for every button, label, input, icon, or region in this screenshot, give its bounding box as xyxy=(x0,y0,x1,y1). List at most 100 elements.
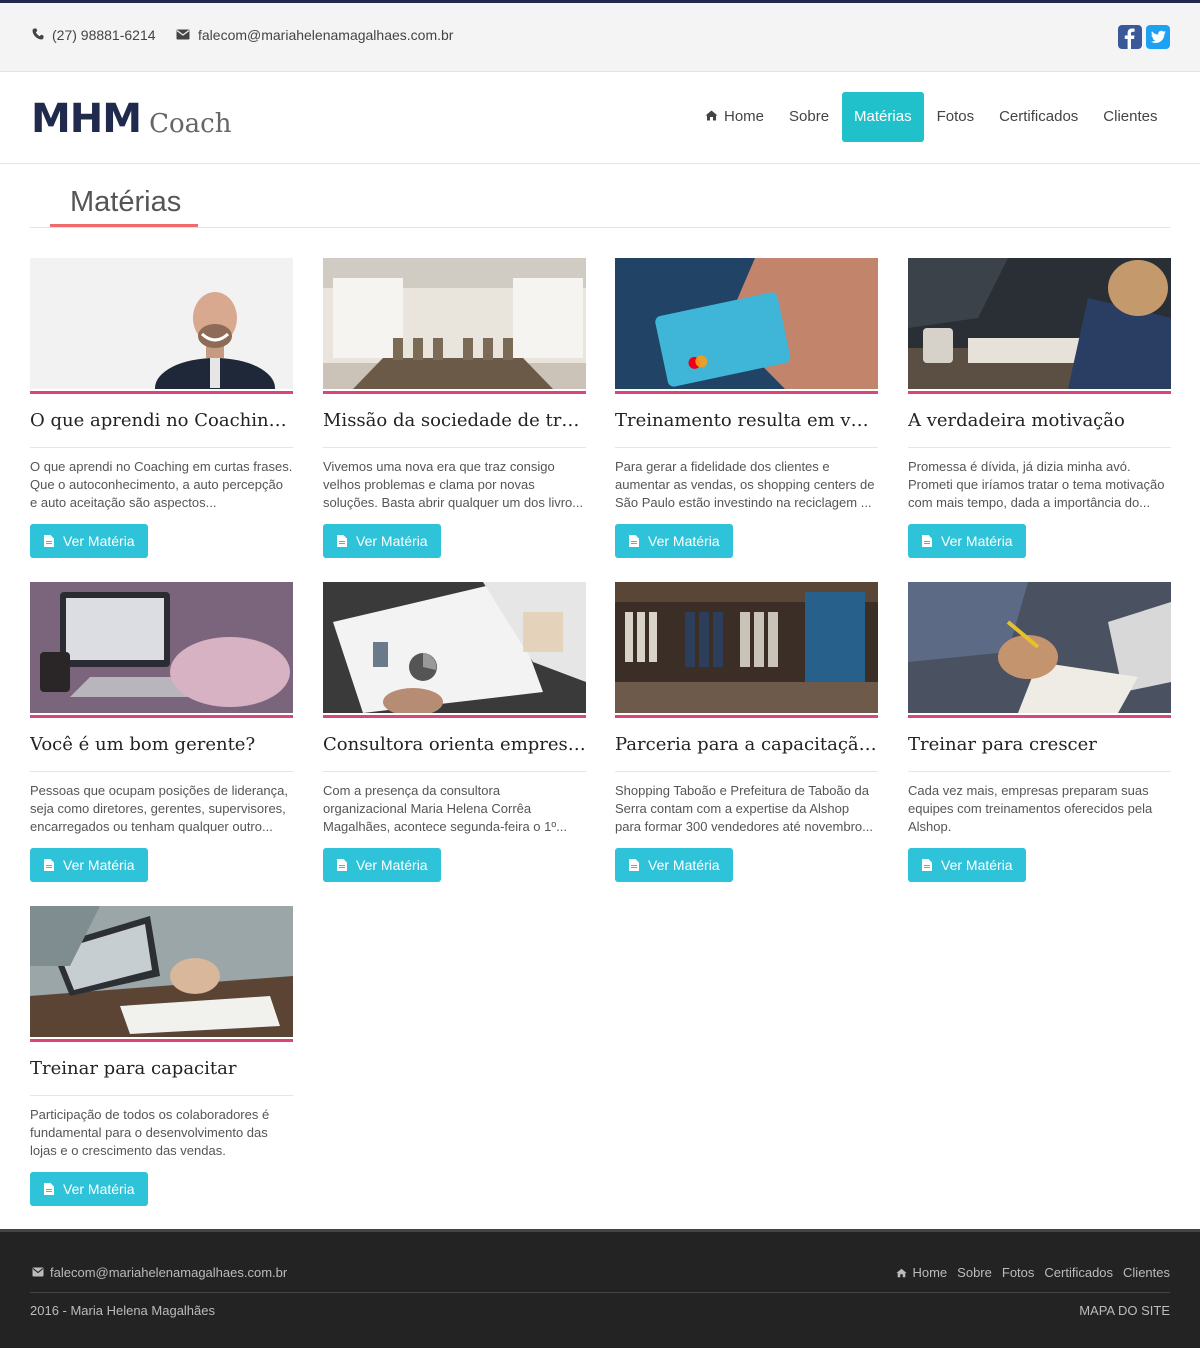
article-excerpt: Vivemos uma nova era que traz consigo ve… xyxy=(323,459,584,510)
button-label: Ver Matéria xyxy=(941,857,1013,873)
read-article-button[interactable]: Ver Matéria xyxy=(30,1172,148,1206)
card-divider xyxy=(30,447,293,448)
article-title[interactable]: Treinar para crescer xyxy=(908,734,1171,758)
nav-fotos[interactable]: Fotos xyxy=(924,92,987,142)
phone-contact[interactable]: (27) 98881-6214 xyxy=(32,27,156,43)
twitter-icon[interactable] xyxy=(1146,25,1170,49)
article-excerpt: Promessa é dívida, já dizia minha avó. P… xyxy=(908,459,1165,510)
nav-materias[interactable]: Matérias xyxy=(841,92,925,142)
article-title[interactable]: Parceria para a capacitação d... xyxy=(615,734,878,758)
read-article-button[interactable]: Ver Matéria xyxy=(908,848,1026,882)
card-divider xyxy=(908,447,1171,448)
button-label: Ver Matéria xyxy=(356,533,428,549)
phone-number: (27) 98881-6214 xyxy=(52,27,156,43)
site-footer: falecom@mariahelenamagalhaes.com.br Home… xyxy=(0,1229,1200,1348)
article-card: O que aprendi no Coaching e... O que apr… xyxy=(30,258,293,558)
footer-nav-sobre[interactable]: Sobre xyxy=(957,1265,992,1280)
image-divider xyxy=(908,715,1171,718)
article-card: Missão da sociedade de trabal... Vivemos… xyxy=(323,258,586,558)
article-image-coffee-notebook[interactable] xyxy=(908,258,1171,389)
article-title[interactable]: Missão da sociedade de trabal... xyxy=(323,410,586,434)
read-article-button[interactable]: Ver Matéria xyxy=(615,524,733,558)
read-article-button[interactable]: Ver Matéria xyxy=(908,524,1026,558)
article-excerpt: Shopping Taboão e Prefeitura de Taboão d… xyxy=(615,783,873,834)
article-excerpt: Participação de todos os colaboradores é… xyxy=(30,1107,270,1158)
social-links xyxy=(1118,25,1170,49)
article-title[interactable]: Consultora orienta empresári... xyxy=(323,734,586,758)
home-icon xyxy=(705,92,718,142)
button-label: Ver Matéria xyxy=(941,533,1013,549)
envelope-icon xyxy=(32,1265,44,1280)
footer-email[interactable]: falecom@mariahelenamagalhaes.com.br xyxy=(32,1265,287,1280)
logo-subtitle: Coach xyxy=(149,109,232,139)
footer-nav-fotos[interactable]: Fotos xyxy=(1002,1265,1035,1280)
article-title[interactable]: Treinar para capacitar xyxy=(30,1058,293,1082)
footer-nav-home[interactable]: Home xyxy=(886,1265,947,1280)
document-icon xyxy=(629,859,639,871)
phone-icon xyxy=(32,27,44,43)
read-article-button[interactable]: Ver Matéria xyxy=(323,848,441,882)
card-divider xyxy=(615,771,878,772)
article-card: Treinar para capacitar Participação de t… xyxy=(30,906,293,1206)
copyright: 2016 - Maria Helena Magalhães xyxy=(30,1303,215,1318)
footer-nav-clientes[interactable]: Clientes xyxy=(1123,1265,1170,1280)
article-image-bald-man-laughing[interactable] xyxy=(30,258,293,389)
footer-email-address: falecom@mariahelenamagalhaes.com.br xyxy=(50,1265,288,1280)
article-image-meeting-room[interactable] xyxy=(323,258,586,389)
document-icon xyxy=(337,535,347,547)
nav-sobre[interactable]: Sobre xyxy=(777,92,842,142)
image-divider xyxy=(908,391,1171,394)
title-underline xyxy=(50,224,198,227)
button-label: Ver Matéria xyxy=(356,857,428,873)
card-divider xyxy=(30,1095,293,1096)
article-title[interactable]: Treinamento resulta em vend... xyxy=(615,410,878,434)
document-icon xyxy=(922,535,932,547)
page-title: Matérias xyxy=(70,186,182,218)
article-excerpt: Para gerar a fidelidade dos clientes e a… xyxy=(615,459,875,510)
article-excerpt: O que aprendi no Coaching em curtas fras… xyxy=(30,459,293,510)
card-divider xyxy=(323,771,586,772)
image-divider xyxy=(615,715,878,718)
article-title[interactable]: Você é um bom gerente? xyxy=(30,734,293,758)
site-logo[interactable]: MHM Coach xyxy=(31,96,231,142)
site-header: MHM Coach Home Sobre Matérias Fotos Cert… xyxy=(0,72,1200,164)
top-bar: (27) 98881-6214 falecom@mariahelenamagal… xyxy=(0,0,1200,72)
nav-home-label: Home xyxy=(724,108,765,125)
document-icon xyxy=(922,859,932,871)
button-label: Ver Matéria xyxy=(648,857,720,873)
image-divider xyxy=(323,391,586,394)
footer-nav: Home Sobre Fotos Certificados Clientes xyxy=(876,1265,1170,1280)
footer-nav-certificados[interactable]: Certificados xyxy=(1044,1265,1113,1280)
document-icon xyxy=(337,859,347,871)
nav-certificados[interactable]: Certificados xyxy=(987,92,1091,142)
read-article-button[interactable]: Ver Matéria xyxy=(615,848,733,882)
email-contact[interactable]: falecom@mariahelenamagalhaes.com.br xyxy=(176,27,453,43)
document-icon xyxy=(44,859,54,871)
article-image-writing-hand[interactable] xyxy=(908,582,1171,713)
article-title[interactable]: O que aprendi no Coaching e... xyxy=(30,410,293,434)
article-image-laptop-typing[interactable] xyxy=(30,582,293,713)
nav-clientes[interactable]: Clientes xyxy=(1091,92,1170,142)
read-article-button[interactable]: Ver Matéria xyxy=(30,524,148,558)
card-divider xyxy=(30,771,293,772)
article-image-desk-laptop-charts[interactable] xyxy=(30,906,293,1037)
article-card: A verdadeira motivação Promessa é dívida… xyxy=(908,258,1171,558)
article-image-clothing-store[interactable] xyxy=(615,582,878,713)
read-article-button[interactable]: Ver Matéria xyxy=(30,848,148,882)
nav-home[interactable]: Home xyxy=(693,92,777,142)
article-excerpt: Cada vez mais, empresas preparam suas eq… xyxy=(908,783,1153,834)
image-divider xyxy=(30,715,293,718)
facebook-icon[interactable] xyxy=(1118,25,1142,49)
image-divider xyxy=(615,391,878,394)
article-card: Consultora orienta empresári... Com a pr… xyxy=(323,582,586,882)
footer-divider xyxy=(30,1292,1170,1293)
sitemap-link[interactable]: MAPA DO SITE xyxy=(1079,1303,1170,1318)
article-image-credit-card[interactable] xyxy=(615,258,878,389)
document-icon xyxy=(44,1183,54,1195)
read-article-button[interactable]: Ver Matéria xyxy=(323,524,441,558)
article-image-charts-papers[interactable] xyxy=(323,582,586,713)
image-divider xyxy=(30,391,293,394)
article-card: Treinamento resulta em vend... Para gera… xyxy=(615,258,878,558)
article-title[interactable]: A verdadeira motivação xyxy=(908,410,1171,434)
button-label: Ver Matéria xyxy=(63,857,135,873)
